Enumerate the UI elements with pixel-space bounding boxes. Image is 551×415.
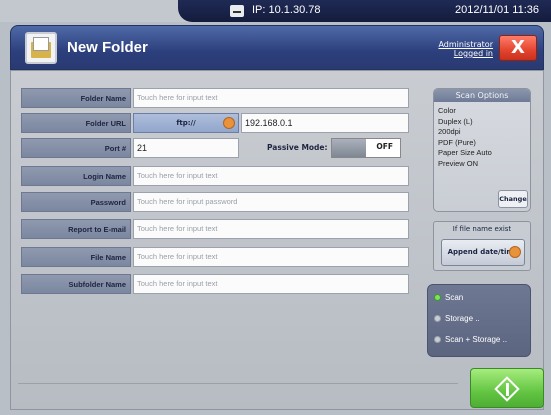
select-arrow-icon	[223, 117, 235, 129]
password-input[interactable]: Touch here for input password	[133, 192, 409, 212]
status-bar: IP: 10.1.30.78 2012/11/01 11:36	[0, 0, 551, 22]
mode-option-scan[interactable]: Scan	[434, 293, 463, 302]
close-button[interactable]: X	[499, 35, 537, 61]
port-label: Port #	[21, 138, 131, 158]
change-button[interactable]: Change	[498, 190, 528, 208]
mode-label: Scan + Storage ..	[445, 335, 508, 344]
scan-option-item: 200dpi	[438, 127, 461, 136]
scan-option-item: Paper Size Auto	[438, 148, 492, 157]
ip-address: IP: 10.1.30.78	[252, 4, 321, 16]
admin-line-2: Logged in	[453, 49, 493, 58]
folder-icon	[25, 32, 57, 64]
admin-login-link[interactable]: Administrator Logged in	[429, 40, 493, 58]
date-time: 2012/11/01 11:36	[454, 4, 539, 16]
scan-option-item: Preview ON	[438, 158, 479, 168]
file-exists-caption: If file name exist	[452, 225, 512, 233]
radio-icon	[434, 336, 441, 344]
append-datetime-button[interactable]: Append date/time	[441, 239, 525, 266]
scan-options-panel: Scan Options Color Duplex (L) 200dpi PDF…	[433, 88, 531, 212]
scan-option-item: Duplex (L)	[438, 116, 473, 126]
printer-icon	[230, 5, 244, 17]
login-name-label: Login Name	[21, 166, 131, 186]
report-email-input[interactable]: Touch here for input text	[133, 219, 409, 239]
folder-url-input[interactable]: 192.168.0.1	[241, 113, 409, 133]
mode-option-storage[interactable]: Storage ..	[434, 314, 480, 323]
header-bar: New Folder Administrator Logged in X	[10, 25, 544, 70]
radio-icon	[434, 315, 441, 323]
select-arrow-icon	[509, 246, 521, 258]
file-exists-panel: If file name exist Append date/time	[433, 221, 531, 271]
file-name-label: File Name	[21, 247, 131, 267]
footer-divider	[18, 383, 458, 384]
folder-name-label: Folder Name	[21, 88, 131, 108]
port-input[interactable]: 21	[133, 138, 239, 158]
radio-icon	[434, 294, 441, 302]
mode-option-scan-storage[interactable]: Scan + Storage ..	[434, 335, 507, 344]
mode-selector: Scan Storage .. Scan + Storage ..	[427, 284, 531, 357]
start-icon-bar	[506, 383, 509, 396]
mode-label: Storage ..	[445, 314, 480, 323]
protocol-select-button[interactable]: ftp://	[133, 113, 239, 133]
report-email-label: Report to E-mail	[21, 219, 131, 239]
subfolder-name-label: Subfolder Name	[21, 274, 131, 294]
scan-options-title: Scan Options	[434, 89, 530, 102]
file-name-input[interactable]: Touch here for input text	[133, 247, 409, 267]
protocol-label: ftp://	[176, 119, 196, 127]
password-label: Password	[21, 192, 131, 212]
login-name-input[interactable]: Touch here for input text	[133, 166, 409, 186]
folder-url-label: Folder URL	[21, 113, 131, 133]
content-panel: Folder Name Touch here for input text Fo…	[10, 70, 544, 410]
passive-mode-toggle[interactable]: OFF	[331, 138, 401, 158]
scan-option-item: Color	[438, 106, 456, 115]
mode-label: Scan	[445, 293, 464, 302]
scan-option-item: PDF (Pure)	[438, 137, 476, 147]
toggle-state: OFF	[376, 142, 393, 151]
passive-mode-label: Passive Mode:	[267, 143, 328, 152]
folder-name-input[interactable]: Touch here for input text	[133, 88, 409, 108]
append-datetime-label: Append date/time	[447, 248, 519, 256]
admin-line-1: Administrator	[438, 40, 493, 49]
toggle-knob	[332, 139, 366, 157]
page-title: New Folder	[67, 39, 148, 56]
subfolder-name-input[interactable]: Touch here for input text	[133, 274, 409, 294]
start-button[interactable]	[470, 368, 544, 408]
